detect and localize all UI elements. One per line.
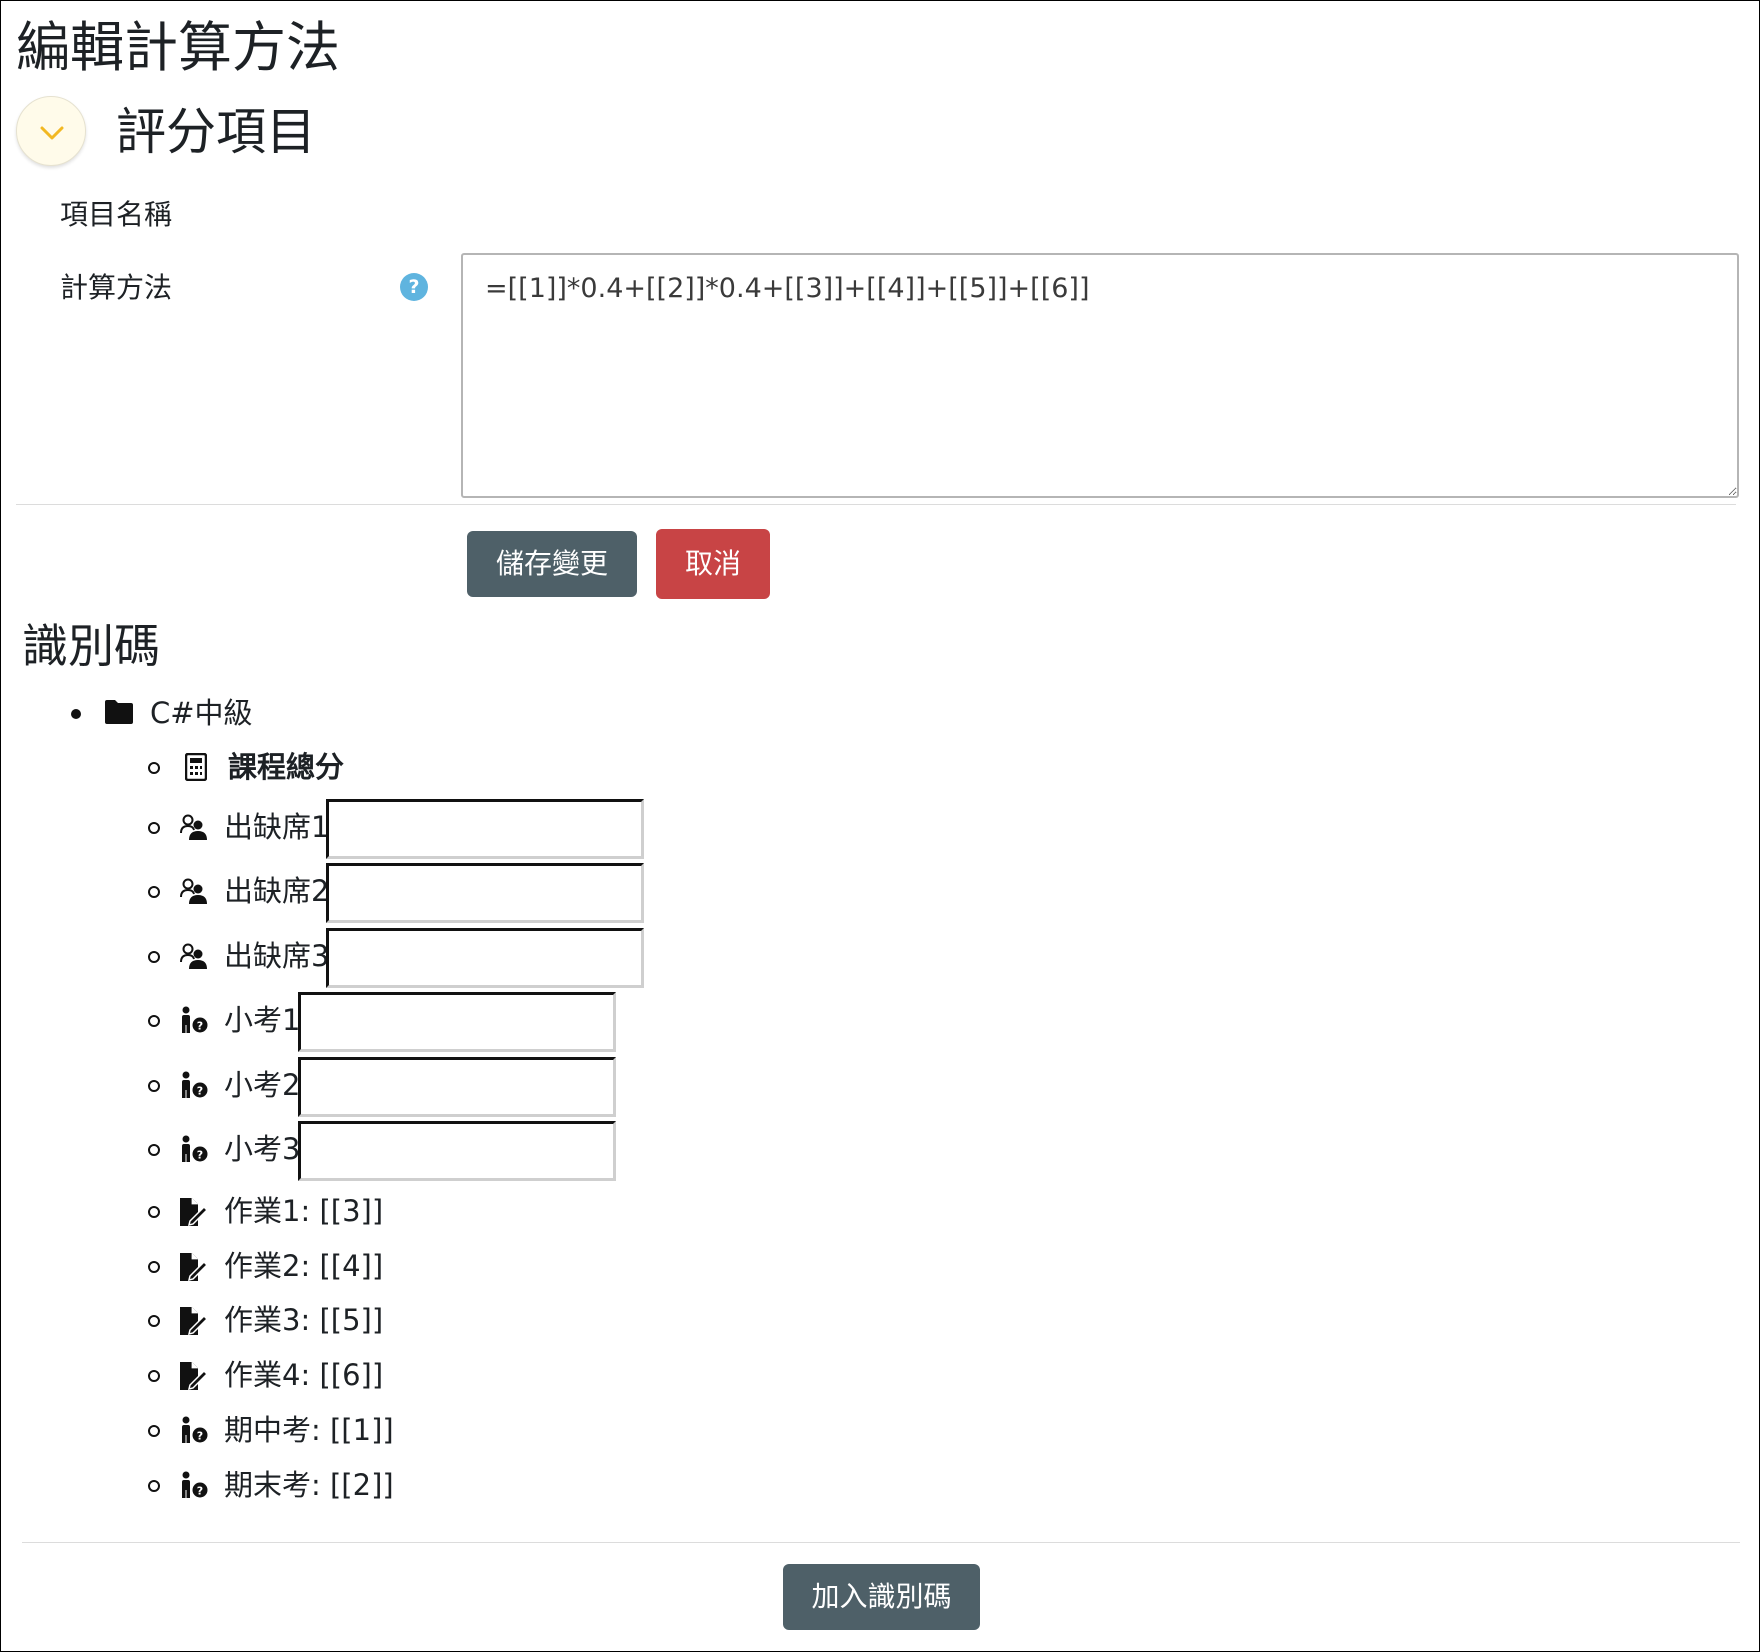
list-bullet-circle	[148, 1370, 160, 1382]
id-number-input[interactable]	[326, 863, 644, 923]
calculator-icon	[184, 752, 208, 785]
attendance-icon	[179, 942, 209, 974]
chevron-down-icon	[40, 126, 64, 140]
id-number-input[interactable]	[326, 799, 644, 859]
list-bullet-circle	[148, 1144, 160, 1156]
id-item-label: 作業1: [[3]]	[224, 1194, 384, 1228]
id-number-input[interactable]	[298, 1057, 616, 1117]
assignment-icon	[179, 1306, 209, 1340]
quiz-icon: ?	[179, 1006, 209, 1038]
section-collapse-toggle[interactable]	[16, 96, 86, 166]
id-item-label: 出缺席2	[224, 874, 330, 908]
svg-text:?: ?	[197, 1020, 203, 1033]
assignment-icon	[179, 1252, 209, 1286]
id-item-label: 課程總分	[228, 750, 345, 784]
question-circle-icon[interactable]: ?	[400, 273, 428, 301]
id-item-label: 出缺席1	[224, 810, 330, 844]
id-number-input[interactable]	[298, 992, 616, 1052]
list-bullet	[71, 709, 81, 719]
list-bullet-circle	[148, 1080, 160, 1092]
list-bullet-circle	[148, 1015, 160, 1027]
calc-formula-textarea[interactable]	[461, 253, 1739, 498]
id-item-label: 出缺席3	[224, 939, 330, 973]
svg-text:?: ?	[197, 1430, 203, 1443]
id-item-label: 小考2	[224, 1068, 301, 1102]
calc-method-label: 計算方法	[60, 271, 173, 304]
attendance-icon	[179, 877, 209, 909]
svg-text:?: ?	[197, 1085, 203, 1098]
id-number-input[interactable]	[326, 928, 644, 988]
id-item-label: 小考3	[224, 1132, 301, 1166]
assignment-icon	[179, 1361, 209, 1395]
list-bullet-circle	[148, 1206, 160, 1218]
list-bullet-circle	[148, 822, 160, 834]
id-section-title: 識別碼	[22, 619, 160, 673]
bottom-divider	[22, 1542, 1740, 1543]
quiz-icon: ?	[179, 1071, 209, 1103]
id-item-label: 期中考: [[1]]	[224, 1413, 394, 1447]
add-id-button[interactable]: 加入識別碼	[783, 1564, 980, 1630]
list-bullet-circle	[148, 1261, 160, 1273]
id-item-label: 期末考: [[2]]	[224, 1468, 394, 1502]
id-item-label: 作業2: [[4]]	[224, 1249, 384, 1283]
form-divider	[16, 504, 1736, 505]
item-name-label: 項目名稱	[60, 198, 173, 231]
cancel-button[interactable]: 取消	[656, 529, 770, 599]
list-bullet-circle	[148, 762, 160, 774]
id-number-input[interactable]	[298, 1121, 616, 1181]
list-bullet-circle	[148, 951, 160, 963]
assignment-icon	[179, 1197, 209, 1231]
list-bullet-circle	[148, 1315, 160, 1327]
save-changes-button[interactable]: 儲存變更	[467, 531, 637, 597]
quiz-icon: ?	[179, 1471, 209, 1503]
page-title: 編輯計算方法	[16, 16, 340, 79]
quiz-icon: ?	[179, 1135, 209, 1167]
id-item-label: 作業4: [[6]]	[224, 1358, 384, 1392]
list-bullet-circle	[148, 1480, 160, 1492]
id-item-label: 小考1	[224, 1003, 301, 1037]
quiz-icon: ?	[179, 1416, 209, 1448]
svg-text:?: ?	[197, 1485, 203, 1498]
attendance-icon	[179, 813, 209, 845]
course-label: C#中級	[150, 696, 253, 730]
id-item-label: 作業3: [[5]]	[224, 1303, 384, 1337]
svg-text:?: ?	[197, 1149, 203, 1162]
list-bullet-circle	[148, 1425, 160, 1437]
list-bullet-circle	[148, 886, 160, 898]
folder-icon	[105, 700, 133, 724]
section-title: 評分項目	[116, 103, 316, 161]
